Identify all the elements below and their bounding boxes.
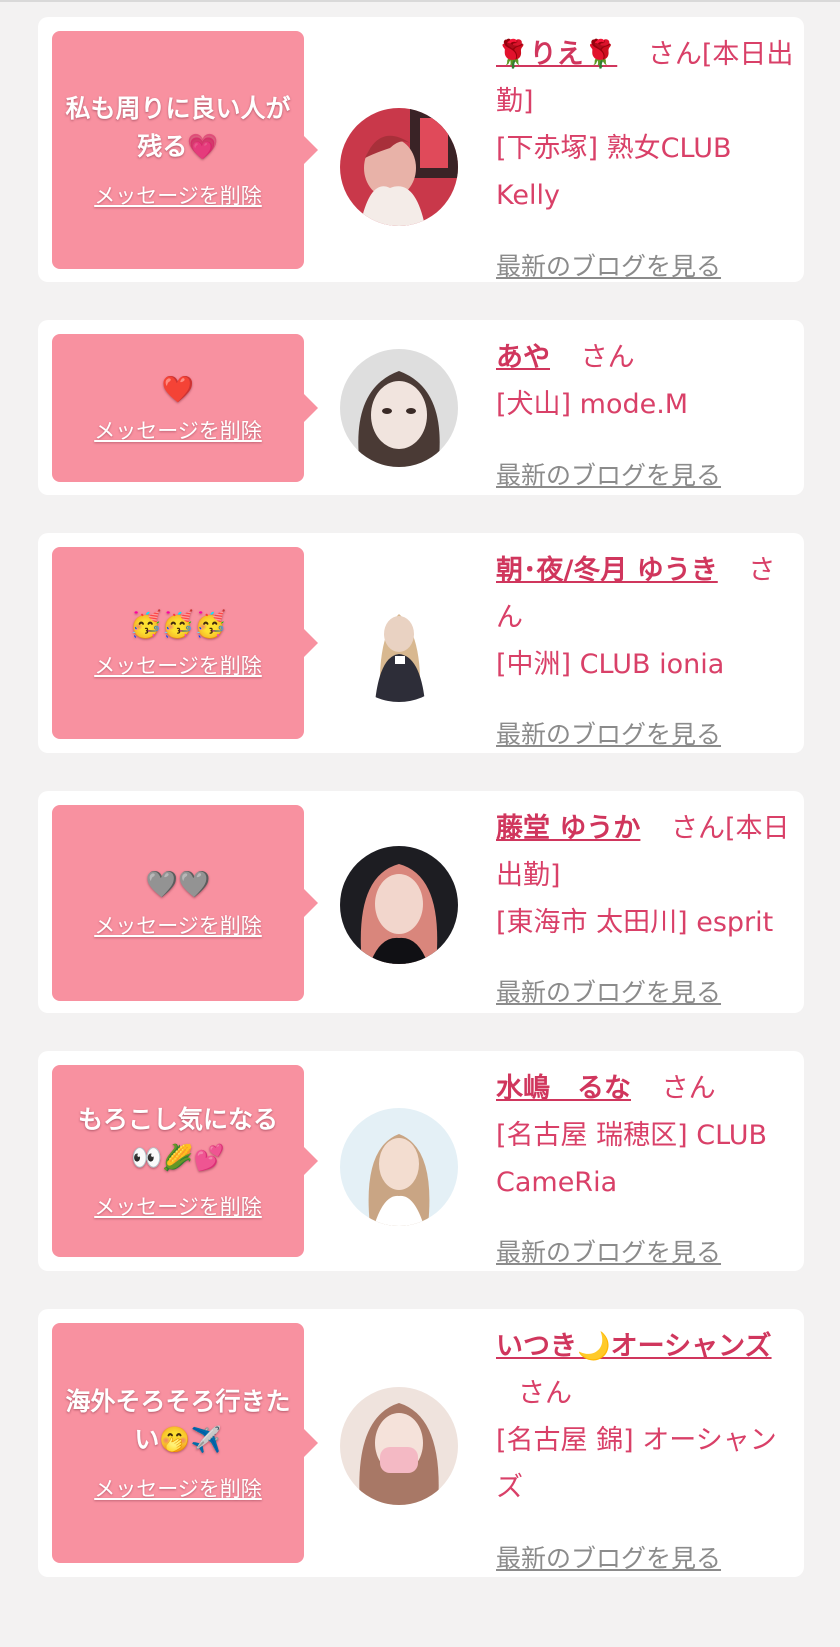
cast-name-link[interactable]: 水嶋 るな [496, 1073, 631, 1104]
avatar[interactable] [340, 349, 458, 467]
avatar[interactable] [340, 1387, 458, 1505]
cast-name-link[interactable]: いつき🌙オーシャンズ [496, 1331, 772, 1362]
delete-message-link[interactable]: メッセージを削除 [94, 180, 262, 210]
shop-name: [東海市 太田川] esprit [496, 907, 774, 938]
delete-message-link[interactable]: メッセージを削除 [94, 1473, 262, 1503]
shop-name: [中洲] CLUB ionia [496, 649, 725, 680]
latest-blog-link[interactable]: 最新のブログを見る [496, 1535, 721, 1582]
message-bubble: 海外そろそろ行きたい🤭✈️ メッセージを削除 [52, 1323, 318, 1563]
cast-info: いつき🌙オーシャンズ さん [名古屋 錦] オーシャンズ 最新のブログを見る [496, 1323, 796, 1573]
avatar-photo [340, 584, 458, 702]
latest-blog-link[interactable]: 最新のブログを見る [496, 452, 721, 499]
cast-name-link[interactable]: あや [496, 342, 550, 373]
cast-suffix: さん [661, 1073, 716, 1104]
cast-info: あや さん [犬山] mode.M 最新のブログを見る [496, 334, 796, 490]
cast-info: 朝･夜/冬月 ゆうき さん [中洲] CLUB ionia 最新のブログを見る [496, 547, 796, 749]
latest-blog-link[interactable]: 最新のブログを見る [496, 243, 721, 290]
message-bubble: 私も周りに良い人が残る💗 メッセージを削除 [52, 31, 318, 269]
avatar[interactable] [340, 108, 458, 226]
cast-suffix: さん [518, 1378, 572, 1409]
cast-info: 🌹りえ🌹 さん[本日出勤] [下赤塚] 熟女CLUB Kelly 最新のブログを… [496, 31, 796, 281]
message-text: 海外そろそろ行きたい🤭✈️ [65, 1387, 291, 1454]
message-bubble: 🥳🥳🥳 メッセージを削除 [52, 547, 318, 739]
shop-name: [名古屋 瑞穂区] CLUB CameRia [496, 1120, 768, 1198]
message-text: ❤️ [161, 375, 195, 405]
message-text: 🥳🥳🥳 [129, 610, 227, 640]
message-card: 海外そろそろ行きたい🤭✈️ メッセージを削除 いつき🌙オーシャンズ さん [名古… [38, 1309, 804, 1577]
avatar-photo [340, 1387, 458, 1505]
cast-info: 藤堂 ゆうか さん[本日出勤] [東海市 太田川] esprit 最新のブログを… [496, 805, 796, 1007]
latest-blog-link[interactable]: 最新のブログを見る [496, 711, 721, 758]
message-card: もろこし気になる👀🌽💕 メッセージを削除 水嶋 るな さん [名古屋 瑞穂区] … [38, 1051, 804, 1271]
message-card: 🩶🩶 メッセージを削除 藤堂 ゆうか さん[本日出勤] [東海市 太田川] es… [38, 791, 804, 1013]
cast-name-link[interactable]: 朝･夜/冬月 ゆうき [496, 555, 718, 586]
cast-name-link[interactable]: 藤堂 ゆうか [496, 813, 640, 844]
message-list: 私も周りに良い人が残る💗 メッセージを削除 🌹りえ🌹 さん[本日出勤] [下赤塚… [38, 17, 804, 1577]
shop-name: [犬山] mode.M [496, 389, 689, 420]
delete-message-link[interactable]: メッセージを削除 [94, 650, 262, 680]
cast-name-link[interactable]: 🌹りえ🌹 [496, 39, 617, 70]
avatar[interactable] [340, 846, 458, 964]
avatar-photo [340, 349, 458, 467]
delete-message-link[interactable]: メッセージを削除 [94, 910, 262, 940]
message-bubble: もろこし気になる👀🌽💕 メッセージを削除 [52, 1065, 318, 1257]
message-bubble: 🩶🩶 メッセージを削除 [52, 805, 318, 1001]
latest-blog-link[interactable]: 最新のブログを見る [496, 969, 721, 1016]
message-text: 私も周りに良い人が残る💗 [65, 94, 291, 161]
message-card: 私も周りに良い人が残る💗 メッセージを削除 🌹りえ🌹 さん[本日出勤] [下赤塚… [38, 17, 804, 282]
top-divider [0, 0, 840, 2]
message-card: ❤️ メッセージを削除 あや さん [犬山] mode.M 最新のブログを見る [38, 320, 804, 495]
avatar-photo [340, 108, 458, 226]
message-bubble: ❤️ メッセージを削除 [52, 334, 318, 482]
message-card: 🥳🥳🥳 メッセージを削除 朝･夜/冬月 ゆうき さん [中洲] CLUB ion… [38, 533, 804, 753]
delete-message-link[interactable]: メッセージを削除 [94, 415, 262, 445]
message-text: 🩶🩶 [145, 870, 211, 900]
cast-info: 水嶋 るな さん [名古屋 瑞穂区] CLUB CameRia 最新のブログを見… [496, 1065, 796, 1267]
avatar[interactable] [340, 584, 458, 702]
shop-name: [下赤塚] 熟女CLUB Kelly [496, 133, 732, 211]
latest-blog-link[interactable]: 最新のブログを見る [496, 1229, 721, 1276]
delete-message-link[interactable]: メッセージを削除 [94, 1191, 262, 1221]
avatar-photo [340, 1108, 458, 1226]
avatar-photo [340, 846, 458, 964]
avatar[interactable] [340, 1108, 458, 1226]
shop-name: [名古屋 錦] オーシャンズ [496, 1425, 777, 1503]
cast-suffix: さん [580, 342, 635, 373]
message-text: もろこし気になる👀🌽💕 [77, 1105, 278, 1172]
